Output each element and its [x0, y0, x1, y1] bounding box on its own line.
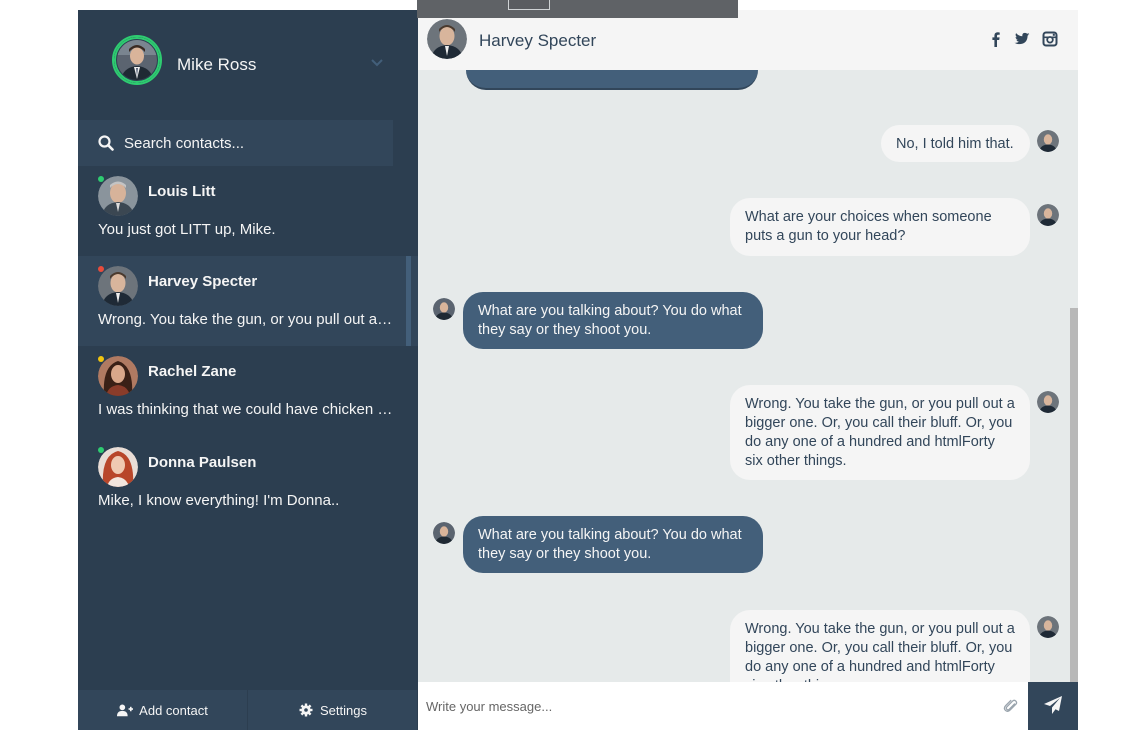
contact-preview: I was thinking that we could have chicke…	[98, 401, 393, 418]
contact-donna-paulsen[interactable]: Donna Paulsen Mike, I know everything! I…	[78, 437, 418, 527]
message-bubble: What are your choices when someone puts …	[730, 198, 1030, 256]
message-bubble-partial	[466, 70, 758, 90]
chevron-down-icon[interactable]	[370, 56, 384, 70]
search-icon	[98, 135, 114, 151]
message-input[interactable]	[426, 696, 996, 716]
contact-louis-litt[interactable]: Louis Litt You just got LITT up, Mike.	[78, 166, 418, 256]
avatar	[98, 266, 138, 306]
avatar	[98, 447, 138, 487]
avatar	[98, 176, 138, 216]
paperclip-icon[interactable]	[1003, 698, 1019, 714]
message-bubble: What are you talking about? You do what …	[463, 292, 763, 349]
active-indicator	[406, 256, 411, 346]
sidebar: Mike Ross Search contacts... Louis Litt …	[78, 10, 418, 730]
search-bar	[78, 120, 418, 166]
contact-preview: You just got LITT up, Mike.	[98, 221, 276, 238]
contact-name: Louis Litt	[148, 183, 216, 200]
avatar	[433, 298, 455, 320]
avatar	[1037, 130, 1059, 152]
avatar	[433, 522, 455, 544]
contact-list: Louis Litt You just got LITT up, Mike. H…	[78, 166, 418, 690]
gear-icon	[299, 703, 313, 717]
contact-preview: Mike, I know everything! I'm Donna..	[98, 492, 340, 509]
contact-name: Donna Paulsen	[148, 454, 257, 471]
status-online-dot	[98, 447, 104, 453]
message-bubble: What are you talking about? You do what …	[463, 516, 763, 573]
message-scrollbar[interactable]	[1070, 308, 1078, 682]
message-composer	[418, 682, 1078, 730]
add-contact-button[interactable]: Add contact	[78, 690, 247, 730]
chat-header: Harvey Specter	[418, 10, 1078, 70]
search-input[interactable]	[124, 133, 374, 153]
avatar	[1037, 391, 1059, 413]
message-bubble: Wrong. You take the gun, or you pull out…	[730, 610, 1030, 682]
add-user-icon	[117, 704, 134, 717]
contact-preview: Wrong. You take the gun, or you pull out…	[98, 311, 393, 328]
message-bubble: Wrong. You take the gun, or you pull out…	[730, 385, 1030, 480]
twitter-icon[interactable]	[1014, 31, 1030, 47]
chat-panel: Harvey Specter No, I told him that. What…	[418, 10, 1078, 730]
send-icon	[1044, 695, 1062, 714]
overlay-tab[interactable]	[508, 0, 550, 10]
messenger-app: Mike Ross Search contacts... Louis Litt …	[78, 10, 1078, 730]
add-contact-label: Add contact	[139, 702, 208, 718]
status-away-dot	[98, 356, 104, 362]
settings-button[interactable]: Settings	[248, 690, 417, 730]
contact-harvey-specter[interactable]: Harvey Specter Wrong. You take the gun, …	[78, 256, 418, 346]
sidebar-bottom-bar: Add contact Settings	[78, 690, 418, 730]
status-busy-dot	[98, 266, 104, 272]
avatar	[98, 356, 138, 396]
contact-name: Harvey Specter	[148, 273, 258, 290]
contact-name: Rachel Zane	[148, 363, 237, 380]
avatar	[1037, 204, 1059, 226]
profile-avatar[interactable]	[112, 35, 162, 85]
search-box	[78, 120, 393, 166]
settings-label: Settings	[320, 702, 367, 718]
send-button[interactable]	[1028, 682, 1078, 730]
search-divider	[393, 120, 418, 166]
chat-contact-name: Harvey Specter	[479, 31, 597, 50]
top-overlay-bar	[417, 0, 738, 18]
user-profile[interactable]: Mike Ross	[78, 10, 418, 120]
profile-name: Mike Ross	[177, 55, 257, 74]
facebook-icon[interactable]	[988, 31, 1004, 47]
instagram-icon[interactable]	[1042, 31, 1058, 47]
contact-avatar	[427, 19, 467, 59]
contact-rachel-zane[interactable]: Rachel Zane I was thinking that we could…	[78, 346, 418, 436]
message-bubble: No, I told him that.	[881, 125, 1030, 162]
avatar	[1037, 616, 1059, 638]
status-online-dot	[98, 176, 104, 182]
message-list: No, I told him that. What are your choic…	[418, 70, 1078, 682]
